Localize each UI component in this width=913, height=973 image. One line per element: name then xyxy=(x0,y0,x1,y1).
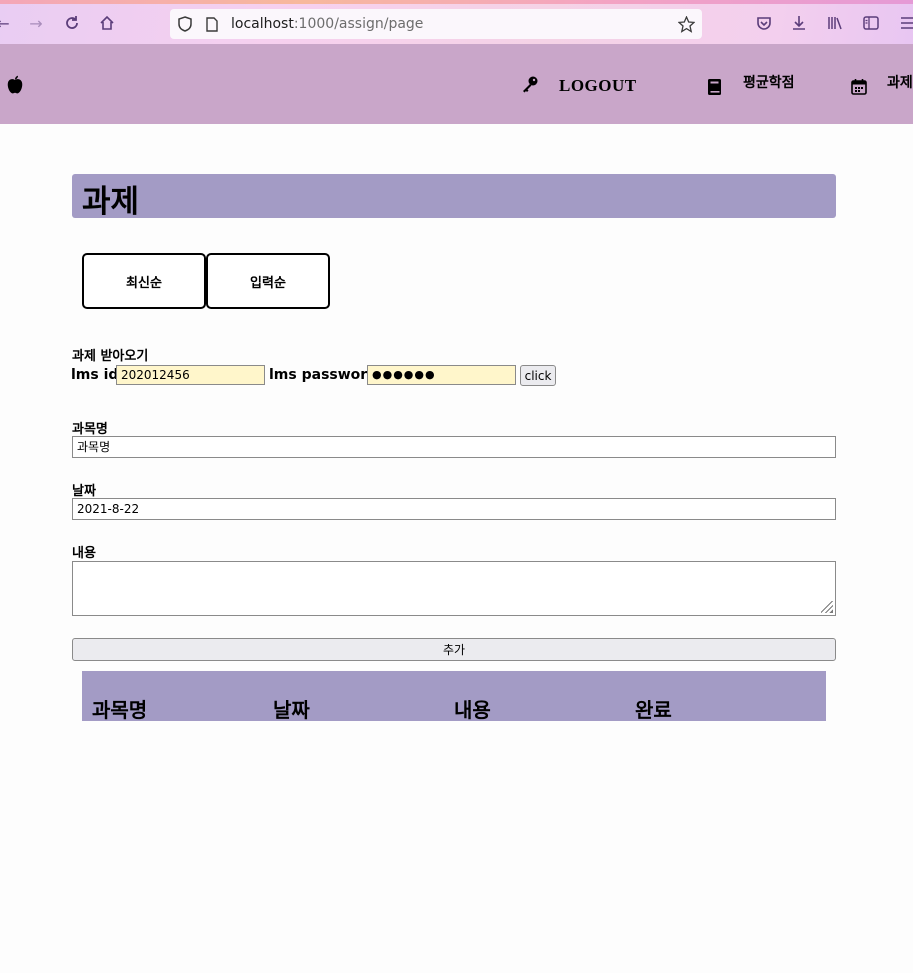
subject-label: 과목명 xyxy=(72,422,108,437)
reload-icon[interactable] xyxy=(61,12,83,34)
sort-latest-button[interactable]: 최신순 xyxy=(82,253,206,309)
url-text[interactable]: localhost:1000/assign/page xyxy=(231,16,423,32)
apple-logo-icon[interactable] xyxy=(6,75,24,95)
fetch-click-button[interactable]: click xyxy=(520,365,556,386)
lms-password-label: lms password xyxy=(269,367,378,383)
nav-assignment-label: 과제 xyxy=(887,74,913,91)
lms-id-label: lms id xyxy=(71,367,119,383)
column-header-content: 내용 xyxy=(454,698,491,722)
date-input[interactable]: 2021-8-22 xyxy=(72,498,836,520)
bookmark-star-icon[interactable] xyxy=(677,15,695,33)
content-label: 내용 xyxy=(72,546,96,561)
logout-label: LOGOUT xyxy=(559,76,637,95)
book-icon xyxy=(707,78,723,100)
key-icon xyxy=(521,75,539,97)
add-button[interactable]: 추가 xyxy=(72,638,836,661)
shield-icon[interactable] xyxy=(176,15,194,33)
app-header: LOGOUT 평균학점 과제 xyxy=(0,44,913,124)
address-bar[interactable]: localhost:1000/assign/page xyxy=(170,9,702,39)
assignment-table-header: 과목명 날짜 내용 완료 xyxy=(82,671,826,722)
page-icon xyxy=(203,15,221,33)
lms-id-input[interactable]: 202012456 xyxy=(116,365,265,385)
download-icon[interactable] xyxy=(788,12,810,34)
browser-toolbar: ← → localhost:1000/assign/page xyxy=(0,0,913,45)
logout-button[interactable]: LOGOUT xyxy=(521,75,637,97)
browser-accent-line xyxy=(0,0,913,4)
resize-grip-icon[interactable] xyxy=(821,601,833,613)
pocket-icon[interactable] xyxy=(753,12,775,34)
page-title: 과제 xyxy=(82,184,140,220)
home-icon[interactable] xyxy=(96,12,118,34)
forward-icon[interactable]: → xyxy=(25,12,47,34)
fetch-section-label: 과제 받아오기 xyxy=(72,349,149,364)
column-header-done: 완료 xyxy=(635,698,672,722)
nav-gpa-label: 평균학점 xyxy=(743,75,795,91)
column-header-date: 날짜 xyxy=(273,698,310,722)
lms-password-input[interactable]: ●●●●●● xyxy=(367,365,516,385)
date-label: 날짜 xyxy=(72,484,96,499)
library-icon[interactable] xyxy=(824,12,846,34)
nav-gpa[interactable]: 평균학점 xyxy=(707,72,795,100)
sidebar-icon[interactable] xyxy=(860,12,882,34)
calendar-icon xyxy=(851,78,867,99)
nav-assignment[interactable]: 과제 xyxy=(851,72,913,99)
column-header-subject: 과목명 xyxy=(92,698,148,722)
sort-input-order-button[interactable]: 입력순 xyxy=(206,253,330,309)
menu-icon[interactable] xyxy=(897,12,913,34)
subject-input[interactable]: 과목명 xyxy=(72,436,836,458)
back-icon[interactable]: ← xyxy=(0,12,14,34)
page-title-bar: 과제 xyxy=(72,174,836,220)
content-textarea[interactable] xyxy=(72,561,836,616)
